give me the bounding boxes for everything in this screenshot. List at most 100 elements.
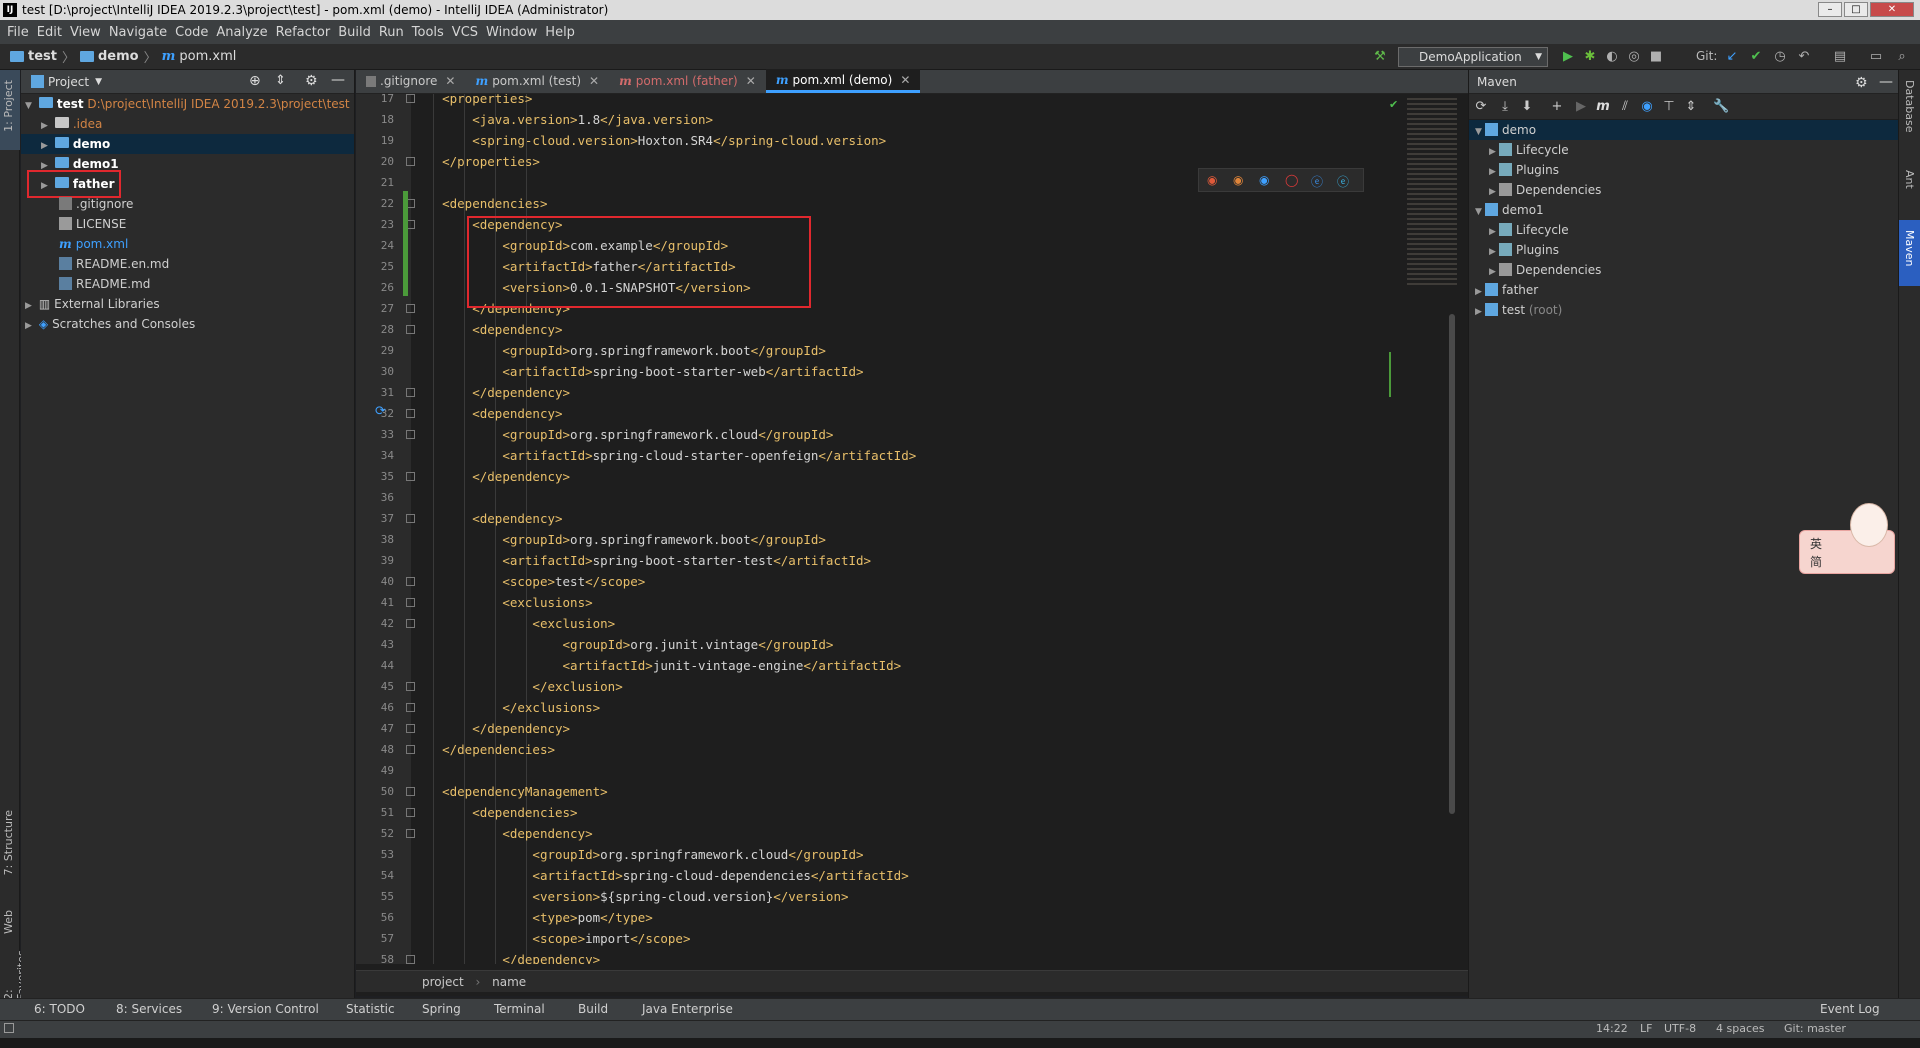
code-line[interactable]: <scope>test</scope> [412, 571, 645, 592]
debug-icon[interactable]: ✱ [1582, 49, 1598, 65]
terminal-icon[interactable]: ▭ [1868, 49, 1884, 65]
maven-item-lifecycle[interactable]: ▶ Lifecycle [1489, 220, 1569, 240]
menu-edit[interactable]: Edit [36, 25, 69, 40]
ie-icon[interactable]: ⓔ [1311, 173, 1323, 190]
menu-file[interactable]: File [6, 25, 36, 40]
maven-item-lifecycle[interactable]: ▶ Lifecycle [1489, 140, 1569, 160]
minimize-button[interactable]: – [1818, 2, 1842, 17]
git-commit-icon[interactable]: ✔ [1748, 49, 1764, 65]
close-tab-icon[interactable]: ✕ [746, 74, 756, 88]
gear-icon[interactable]: ⚙ [305, 73, 318, 89]
editor-minimap-scrollbar[interactable]: ✔ [1389, 94, 1459, 964]
maven-item-dependencies[interactable]: ▶ Dependencies [1489, 180, 1601, 200]
code-line[interactable]: <artifactId>spring-cloud-starter-openfei… [412, 445, 916, 466]
tab-pom-test[interactable]: m pom.xml (test) ✕ [465, 69, 609, 93]
tree-item-scratches[interactable]: ▶ ◈ Scratches and Consoles [21, 314, 354, 334]
reload-icon[interactable]: ⟳ [1473, 99, 1489, 115]
menu-vcs[interactable]: VCS [451, 25, 485, 40]
tab-structure[interactable]: 7: Structure [2, 810, 15, 875]
close-window-button[interactable]: ✕ [1870, 2, 1914, 17]
rollback-icon[interactable]: ↶ [1796, 49, 1812, 65]
code-line[interactable]: <exclusion> [412, 613, 615, 634]
code-line[interactable]: </dependencies> [412, 739, 555, 760]
code-line[interactable]: <artifactId>junit-vintage-engine</artifa… [412, 655, 902, 676]
ime-floating-widget[interactable]: 英 简 [1799, 503, 1895, 574]
xml-breadcrumb-project[interactable]: project [422, 975, 464, 989]
tree-item-license[interactable]: LICENSE [21, 214, 354, 234]
gear-icon[interactable]: ⚙ [1855, 71, 1868, 95]
tab-project[interactable]: 1: Project [2, 80, 15, 132]
maven-item-plugins[interactable]: ▶ Plugins [1489, 240, 1559, 260]
code-line[interactable]: <groupId>org.junit.vintage</groupId> [412, 634, 834, 655]
tab-ant[interactable]: Ant [1903, 170, 1916, 189]
wrench-icon[interactable]: 🔧 [1713, 99, 1729, 115]
collapse-all-icon[interactable]: ⇕ [275, 73, 286, 88]
hide-icon[interactable]: — [331, 72, 345, 88]
maven-item-father[interactable]: ▶ father [1475, 280, 1538, 300]
menu-navigate[interactable]: Navigate [108, 25, 174, 40]
run-icon[interactable]: ▶ [1560, 49, 1576, 65]
add-icon[interactable]: + [1549, 99, 1565, 115]
locate-icon[interactable]: ⊕ [249, 73, 261, 89]
code-line[interactable]: <dependencyManagement> [412, 781, 608, 802]
breadcrumb-item-test[interactable]: test [28, 49, 57, 64]
breadcrumb-item-demo[interactable]: demo [98, 49, 139, 64]
maven-item-demo[interactable]: ▼ demo [1469, 120, 1899, 140]
code-line[interactable]: <dependency> [412, 319, 562, 340]
run-icon[interactable]: ▶ [1573, 99, 1589, 115]
safari-icon[interactable]: ◉ [1259, 173, 1269, 187]
menu-run[interactable]: Run [378, 25, 411, 40]
code-line[interactable]: <dependency> [412, 823, 592, 844]
hide-icon[interactable]: — [1879, 70, 1893, 94]
code-line[interactable]: <groupId>org.springframework.boot</group… [412, 529, 826, 550]
tool-statistic[interactable]: Statistic [346, 1002, 395, 1016]
tab-maven[interactable]: Maven [1903, 230, 1916, 266]
profile-icon[interactable]: ◎ [1626, 49, 1642, 65]
maximize-button[interactable]: □ [1844, 2, 1868, 17]
tree-item-readme[interactable]: README.md [21, 274, 354, 294]
code-line[interactable]: </exclusion> [412, 676, 622, 697]
code-line[interactable]: <version>${spring-cloud.version}</versio… [412, 886, 848, 907]
menu-window[interactable]: Window [485, 25, 544, 40]
tab-database[interactable]: Database [1903, 80, 1916, 133]
tree-item-demo[interactable]: ▶ demo [21, 134, 354, 154]
file-encoding[interactable]: UTF-8 [1664, 1022, 1696, 1035]
close-tab-icon[interactable]: ✕ [900, 73, 910, 87]
tree-item-gitignore[interactable]: .gitignore [21, 194, 354, 214]
show-dependencies-icon[interactable]: ⊤ [1661, 99, 1677, 115]
search-everywhere-icon[interactable]: ⌕ [1894, 49, 1910, 65]
code-line[interactable]: </exclusions> [412, 697, 600, 718]
code-line[interactable]: <dependencies> [412, 802, 577, 823]
run-configuration-select[interactable]: DemoApplication ▼ [1398, 47, 1548, 67]
tree-item-test[interactable]: ▼ test D:\project\IntelliJ IDEA 2019.2.3… [21, 94, 354, 114]
tree-item-idea[interactable]: ▶ .idea [21, 114, 354, 134]
code-line[interactable]: <artifactId>spring-boot-starter-test</ar… [412, 550, 871, 571]
tool-version-control[interactable]: 9: Version Control [212, 1002, 319, 1016]
code-line[interactable]: <scope>import</scope> [412, 928, 690, 949]
download-icon[interactable]: ⬇ [1519, 99, 1535, 115]
tool-todo[interactable]: 6: TODO [34, 1002, 85, 1016]
code-line[interactable]: <dependency> [412, 508, 562, 529]
generate-sources-icon[interactable]: ⤓ [1497, 99, 1513, 115]
tool-services[interactable]: 8: Services [116, 1002, 182, 1016]
menu-analyze[interactable]: Analyze [215, 25, 274, 40]
menu-code[interactable]: Code [174, 25, 215, 40]
code-line[interactable]: <java.version>1.8</java.version> [412, 109, 713, 130]
code-line[interactable]: <exclusions> [412, 592, 592, 613]
code-line[interactable]: <properties> [412, 94, 532, 109]
maven-item-test[interactable]: ▶ test (root) [1475, 300, 1562, 320]
code-line[interactable]: </dependency> [412, 949, 600, 964]
edge-icon[interactable]: ⓔ [1337, 173, 1349, 190]
opera-icon[interactable]: ◯ [1285, 173, 1298, 187]
scrollbar-thumb[interactable] [1449, 314, 1455, 814]
build-hammer-icon[interactable]: ⚒ [1372, 49, 1388, 65]
tool-build[interactable]: Build [578, 1002, 608, 1016]
tool-java-enterprise[interactable]: Java Enterprise [642, 1002, 733, 1016]
tab-pom-father[interactable]: m pom.xml (father) ✕ [609, 69, 766, 93]
code-line[interactable]: <dependencies> [412, 193, 547, 214]
git-branch[interactable]: Git: master [1784, 1022, 1846, 1035]
xml-breadcrumb-name[interactable]: name [492, 975, 526, 989]
indent-setting[interactable]: 4 spaces [1716, 1022, 1765, 1035]
breadcrumb-item-pomxml[interactable]: pom.xml [179, 49, 236, 64]
menu-build[interactable]: Build [337, 25, 378, 40]
